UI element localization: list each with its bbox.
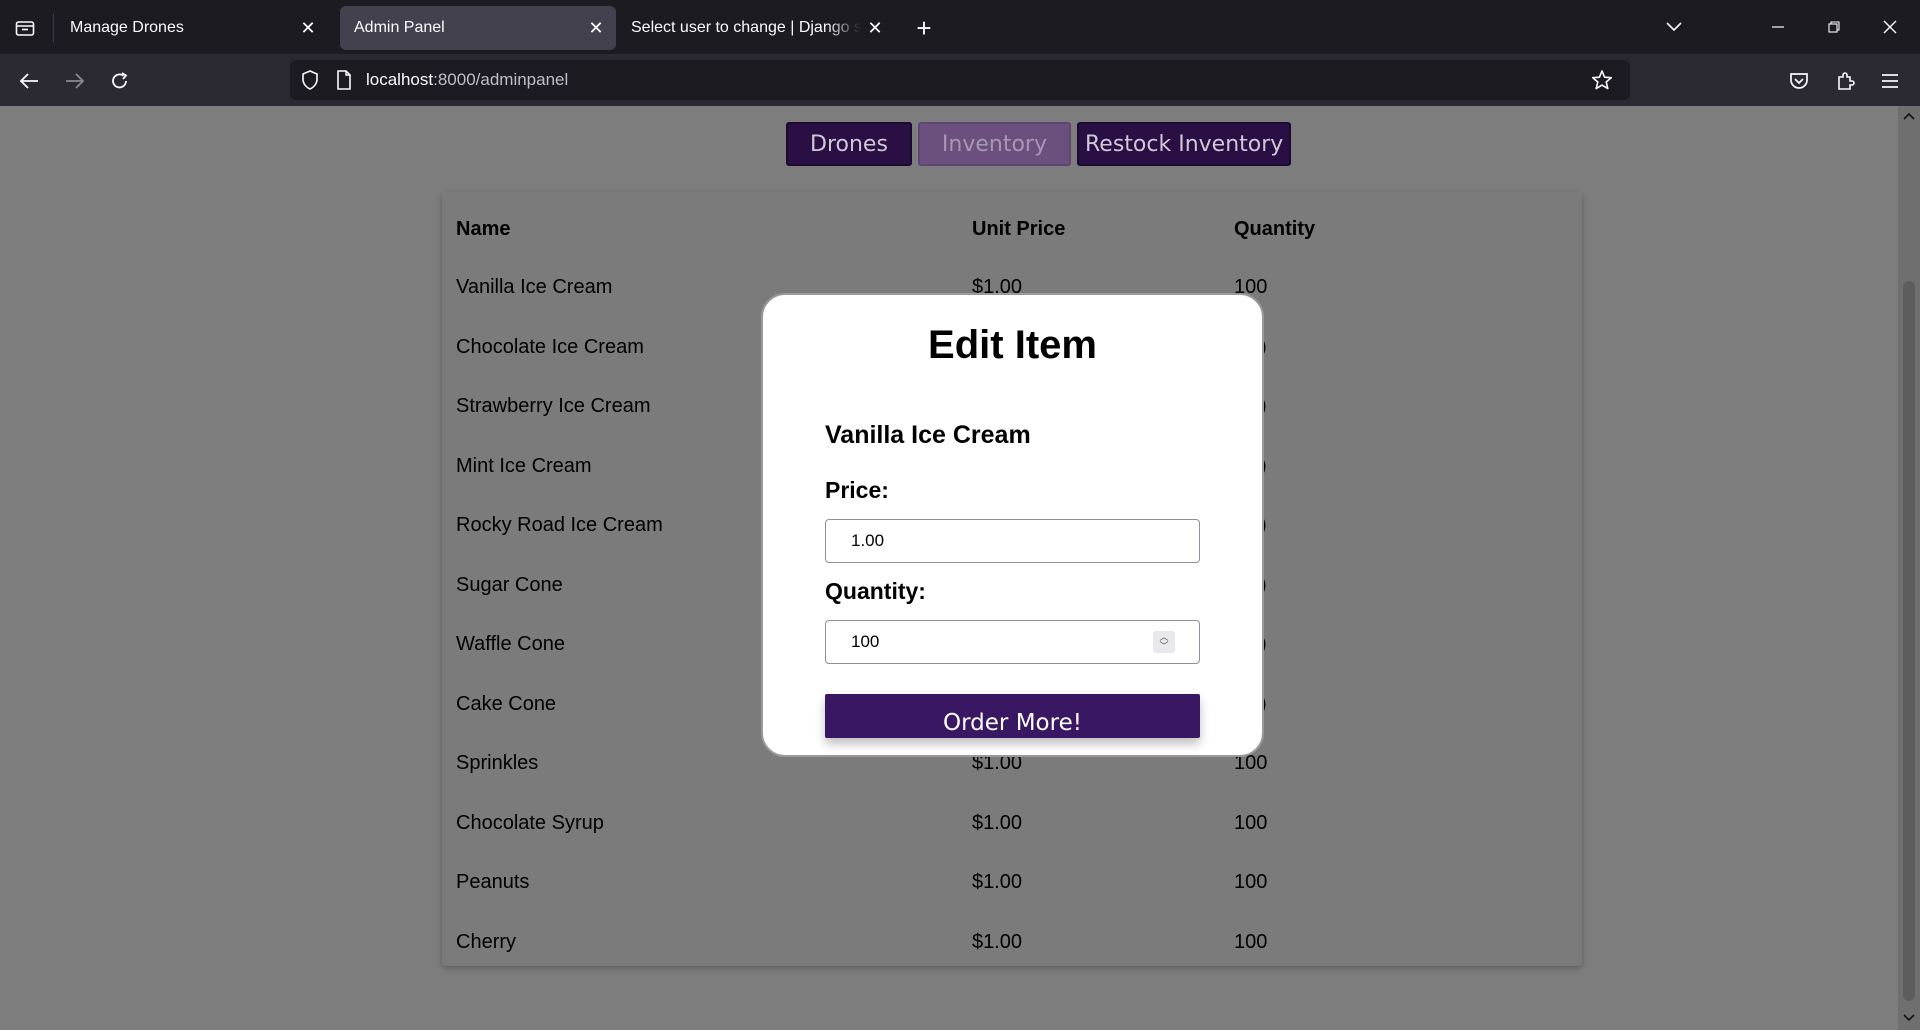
close-icon[interactable]: ✕ bbox=[294, 14, 322, 42]
navigation-toolbar: localhost:8000/adminpanel bbox=[0, 54, 1920, 106]
menu-icon[interactable] bbox=[1873, 64, 1907, 98]
list-all-tabs-icon[interactable] bbox=[1656, 10, 1692, 44]
table-row-name: Sugar Cone bbox=[456, 574, 563, 596]
scroll-up-icon[interactable] bbox=[1901, 108, 1917, 124]
table-row-qty: 100 bbox=[1234, 812, 1268, 834]
reload-icon[interactable] bbox=[103, 64, 137, 98]
table-row-name: Chocolate Syrup bbox=[456, 812, 604, 834]
table-row-name: Mint Ice Cream bbox=[456, 455, 592, 477]
scroll-thumb[interactable] bbox=[1903, 281, 1915, 1001]
page-scrollbar[interactable] bbox=[1898, 106, 1920, 1030]
minimize-icon[interactable] bbox=[1760, 10, 1796, 44]
forward-icon[interactable] bbox=[58, 64, 92, 98]
table-row-name: Cherry bbox=[456, 931, 517, 953]
price-label: Price: bbox=[825, 477, 889, 503]
quantity-stepper[interactable]: ︿ ﹀ bbox=[1153, 631, 1175, 653]
address-bar[interactable]: localhost:8000/adminpanel bbox=[290, 60, 1630, 100]
tab-admin-panel[interactable]: Admin Panel ✕ bbox=[340, 6, 616, 50]
page-icon[interactable] bbox=[332, 68, 356, 92]
item-name: Vanilla Ice Cream bbox=[825, 421, 1031, 449]
tab-list-icon[interactable] bbox=[10, 13, 40, 43]
restock-inventory-button[interactable]: Restock Inventory bbox=[1077, 122, 1292, 166]
table-row-price: $1.00 bbox=[972, 871, 1023, 893]
close-icon[interactable]: ✕ bbox=[861, 14, 889, 42]
tab-bar: Manage Drones ✕ Admin Panel ✕ Select use… bbox=[0, 0, 1920, 54]
table-row-name: Rocky Road Ice Cream bbox=[456, 514, 663, 536]
table-row-price: $1.00 bbox=[972, 812, 1023, 834]
column-header-quantity: Quantity bbox=[1234, 218, 1316, 240]
bookmark-star-icon[interactable] bbox=[1590, 68, 1614, 92]
tab-label: Select user to change | Django site admi… bbox=[631, 19, 861, 36]
column-header-unit-price: Unit Price bbox=[972, 218, 1066, 240]
table-row-qty: 100 bbox=[1234, 871, 1268, 893]
tab-label: Manage Drones bbox=[70, 19, 184, 36]
tab-manage-drones[interactable]: Manage Drones ✕ bbox=[56, 6, 328, 50]
tab-label: Admin Panel bbox=[354, 19, 445, 36]
order-more-button[interactable]: Order More! bbox=[825, 694, 1200, 738]
column-header-name: Name bbox=[456, 218, 511, 240]
table-row-name: Chocolate Ice Cream bbox=[456, 336, 644, 358]
table-row-name: Vanilla Ice Cream bbox=[456, 276, 613, 298]
table-row-name: Cake Cone bbox=[456, 693, 557, 715]
url-path: :8000/adminpanel bbox=[433, 70, 569, 89]
table-row-qty: 100 bbox=[1234, 931, 1268, 953]
restore-icon[interactable] bbox=[1816, 10, 1852, 44]
quantity-input[interactable]: 100 ︿ ﹀ bbox=[825, 620, 1200, 664]
admin-menu: Drones Inventory Restock Inventory bbox=[786, 122, 1292, 166]
scroll-down-icon[interactable] bbox=[1901, 1010, 1917, 1026]
quantity-input-value: 100 bbox=[851, 632, 880, 651]
close-icon[interactable]: ✕ bbox=[582, 14, 610, 42]
modal-title: Edit Item bbox=[928, 323, 1097, 367]
back-icon[interactable] bbox=[12, 64, 46, 98]
edit-item-modal: Edit Item Vanilla Ice Cream Price: 1.00 … bbox=[761, 293, 1264, 757]
extensions-icon[interactable] bbox=[1828, 64, 1862, 98]
pocket-icon[interactable] bbox=[1782, 64, 1816, 98]
drones-button[interactable]: Drones bbox=[786, 122, 912, 166]
table-row-price: $1.00 bbox=[972, 931, 1023, 953]
tab-django-admin[interactable]: Select user to change | Django site admi… bbox=[617, 6, 895, 50]
tab-separator bbox=[53, 14, 54, 42]
chevron-down-icon[interactable]: ﹀ bbox=[1159, 642, 1168, 651]
quantity-label: Quantity: bbox=[825, 578, 926, 604]
table-row-name: Strawberry Ice Cream bbox=[456, 395, 651, 417]
shield-icon[interactable] bbox=[298, 68, 322, 92]
price-input-value: 1.00 bbox=[851, 531, 885, 550]
window-close-icon[interactable] bbox=[1872, 10, 1908, 44]
inventory-button[interactable]: Inventory bbox=[917, 122, 1071, 166]
table-row-name: Waffle Cone bbox=[456, 633, 565, 655]
price-input[interactable]: 1.00 bbox=[825, 519, 1200, 563]
url-host: localhost bbox=[366, 70, 434, 89]
table-row-name: Sprinkles bbox=[456, 752, 539, 774]
new-tab-icon[interactable]: + bbox=[906, 12, 942, 44]
table-row-name: Peanuts bbox=[456, 871, 530, 893]
url-text[interactable]: localhost:8000/adminpanel bbox=[366, 70, 568, 90]
